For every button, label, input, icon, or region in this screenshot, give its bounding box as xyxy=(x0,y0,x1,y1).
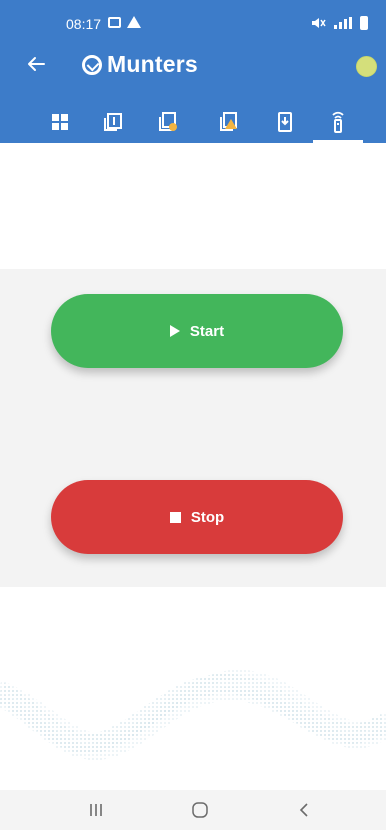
tab-settings-panel[interactable] xyxy=(141,100,195,143)
start-button[interactable]: Start xyxy=(51,294,343,368)
tab-bar xyxy=(0,100,386,143)
mute-icon xyxy=(312,18,326,28)
back-nav-icon xyxy=(299,803,308,817)
warning-icon xyxy=(127,16,141,28)
stop-icon xyxy=(169,511,181,523)
tab-remote-control[interactable] xyxy=(311,100,365,143)
back-button[interactable] xyxy=(24,50,50,78)
start-label: Start xyxy=(189,322,225,340)
tab-alert-panel[interactable] xyxy=(202,100,256,143)
battery-icon xyxy=(360,16,368,30)
tab-page-one[interactable] xyxy=(86,100,140,143)
status-icons-left xyxy=(108,16,141,28)
home-button[interactable] xyxy=(170,790,230,830)
system-back-button[interactable] xyxy=(274,790,334,830)
stop-label: Stop xyxy=(190,508,225,526)
page-one-icon xyxy=(104,112,122,131)
image-icon xyxy=(108,16,121,28)
control-panel: Start Stop xyxy=(0,269,386,587)
home-icon xyxy=(192,802,208,818)
header-row: Munters xyxy=(0,46,386,86)
stop-button[interactable]: Stop xyxy=(51,480,343,554)
recent-apps-icon xyxy=(90,804,102,816)
play-icon xyxy=(169,325,180,337)
tab-download[interactable] xyxy=(258,100,312,143)
system-navigation-bar xyxy=(0,790,386,830)
status-icons-right xyxy=(310,16,368,30)
brand-name: Munters xyxy=(107,51,198,77)
tab-dashboard[interactable] xyxy=(33,100,87,143)
brand-logo: Munters xyxy=(82,51,198,78)
signal-icon xyxy=(334,17,352,29)
connection-status-indicator xyxy=(356,56,377,77)
app-header: 08:17 Munters xyxy=(0,0,386,143)
munters-logo-icon xyxy=(82,54,102,75)
remote-control-icon xyxy=(332,111,344,133)
settings-panel-icon xyxy=(159,111,177,131)
arrow-left-icon xyxy=(28,57,45,71)
alert-panel-icon xyxy=(220,111,237,131)
status-bar: 08:17 xyxy=(0,0,386,36)
dashboard-grid-icon xyxy=(52,113,68,130)
download-device-icon xyxy=(278,111,292,132)
recent-apps-button[interactable] xyxy=(66,790,126,830)
decorative-wave xyxy=(0,669,386,760)
status-time: 08:17 xyxy=(66,16,102,32)
